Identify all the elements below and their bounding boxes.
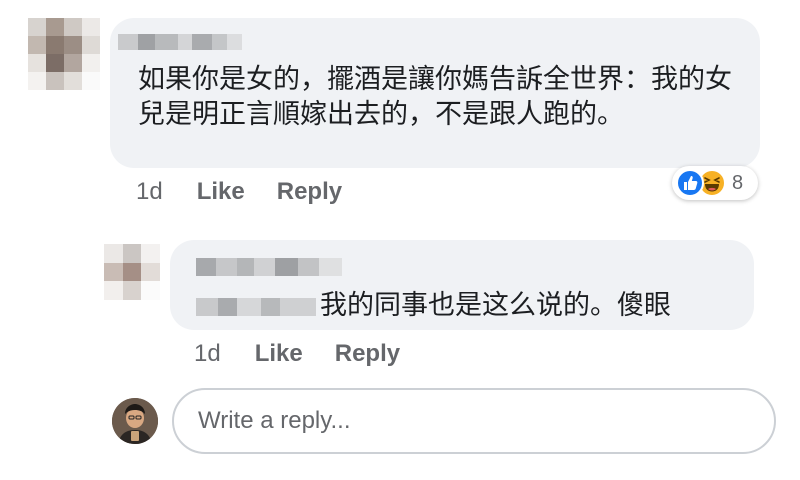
current-user-avatar[interactable]: [112, 398, 158, 444]
reply-timestamp[interactable]: 1d: [194, 340, 221, 368]
reply-commenter-avatar-blurred[interactable]: [104, 244, 160, 300]
reply-reply-button[interactable]: Reply: [335, 340, 400, 368]
reply-commenter-name-blurred[interactable]: [196, 258, 342, 276]
like-icon: [676, 169, 704, 197]
comment-actions: 1d Like Reply: [136, 178, 374, 206]
like-button[interactable]: Like: [197, 178, 245, 206]
reply-input[interactable]: [196, 406, 774, 436]
user-photo-icon: [112, 398, 158, 444]
reply-comment-actions: 1d Like Reply: [194, 340, 432, 368]
commenter-name-blurred[interactable]: [118, 34, 242, 50]
reaction-count: 8: [732, 171, 744, 194]
reply-button[interactable]: Reply: [277, 178, 342, 206]
write-reply-box[interactable]: [172, 388, 776, 454]
reply-comment-text: 我的同事也是这么说的。傻眼: [320, 290, 671, 321]
commenter-avatar-blurred[interactable]: [28, 18, 100, 90]
comment-text: 如果你是女的，擺酒是讓你媽告訴全世界：我的女兒是明正言順嫁出去的，不是跟人跑的。: [138, 64, 732, 130]
reply-like-button[interactable]: Like: [255, 340, 303, 368]
comment-timestamp[interactable]: 1d: [136, 178, 163, 206]
reply-commenter-name-blurred-line2: [196, 298, 316, 316]
reactions-summary[interactable]: 8: [672, 166, 758, 200]
